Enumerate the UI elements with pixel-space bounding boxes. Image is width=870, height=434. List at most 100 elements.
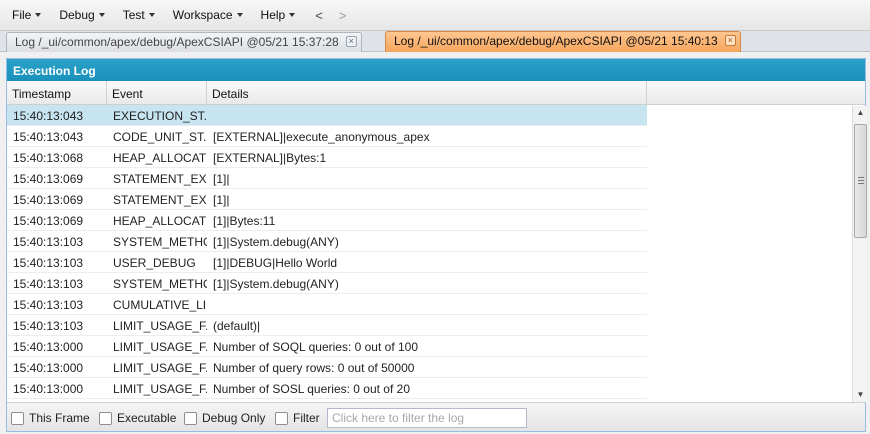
column-header-row: Timestamp Event Details [7,81,865,105]
table-row[interactable]: 15:40:13:043 EXECUTION_ST... [7,105,647,126]
table-row[interactable]: 15:40:13:043 CODE_UNIT_ST... [EXTERNAL]|ex… [7,126,647,147]
table-row[interactable]: 15:40:13:103 USER_DEBUG [1]|DEBUG|Hello Wo… [7,252,647,273]
event-cell: LIMIT_USAGE_F... [113,361,207,375]
timestamp-cell: 15:40:13:043 [13,109,84,123]
tab-log-2[interactable]: Log /_ui/common/apex/debug/ApexCSIAPI @0… [385,31,741,52]
column-header-timestamp[interactable]: Timestamp [7,81,107,104]
tab-log-1[interactable]: Log /_ui/common/apex/debug/ApexCSIAPI @0… [6,32,362,52]
event-cell: EXECUTION_ST... [113,109,207,123]
back-arrow-icon[interactable]: < [307,8,331,23]
debug-only-checkbox[interactable] [184,411,197,425]
event-cell: STATEMENT_EX... [113,193,207,207]
timestamp-cell: 15:40:13:103 [13,256,84,270]
event-cell [107,399,207,401]
details-cell: [EXTERNAL]|execute_anonymous_apex [213,130,430,144]
timestamp-cell: 15:40:13:069 [13,172,84,186]
filter-input[interactable] [327,408,527,428]
timestamp-cell: 15:40:13:103 [13,277,84,291]
menu-test[interactable]: Test [117,4,161,26]
menu-file[interactable]: File [6,4,47,26]
timestamp-cell: 15:40:13:103 [13,319,84,333]
caret-down-icon [289,13,296,17]
menu-help-label: Help [260,8,286,22]
debug-only-option[interactable]: Debug Only [184,411,265,425]
table-row[interactable]: 15:40:13:103 SYSTEM_METHO... [1]|System.de… [7,273,647,294]
details-cell: [EXTERNAL]|Bytes:1 [213,151,327,165]
timestamp-cell: 15:40:13:103 [13,298,84,312]
close-icon[interactable]: × [345,36,357,47]
filter-label: Filter [293,411,320,425]
event-cell: HEAP_ALLOCATE [113,151,207,165]
timestamp-cell: 15:40:13:069 [13,214,84,228]
filter-toolbar: This Frame Executable Debug Only Filter [7,402,865,431]
tab-bar: Log /_ui/common/apex/debug/ApexCSIAPI @0… [0,31,870,52]
close-icon[interactable]: × [724,35,736,46]
menu-bar: File Debug Test Workspace Help < > [0,0,870,31]
filter-checkbox[interactable] [275,411,288,425]
table-row[interactable]: 15:40:13:103 CUMULATIVE_LI... [7,294,647,315]
table-row[interactable]: 15:40:13:103 LIMIT_USAGE_F... (default)| [7,315,647,336]
table-row[interactable]: 15:40:13:068 HEAP_ALLOCATE [EXTERNAL]|Byte… [7,147,647,168]
scrollbar-thumb[interactable] [854,124,867,238]
scroll-down-icon[interactable]: ▼ [853,388,868,402]
table-row[interactable]: 15:40:13:000 LIMIT_USAGE_F... Number of qu… [7,357,647,378]
tab-label: Log /_ui/common/apex/debug/ApexCSIAPI @0… [15,35,339,49]
event-cell: SYSTEM_METHO... [113,277,207,291]
table-row[interactable]: 15:40:13:000 LIMIT_USAGE_F... Number of SO… [7,336,647,357]
details-cell: Number of SOQL queries: 0 out of 100 [213,340,419,354]
details-cell: [1]|System.debug(ANY) [213,235,339,249]
table-row[interactable]: 15:40:13:103 SYSTEM_METHO... [1]|System.de… [7,231,647,252]
timestamp-cell: 15:40:13:043 [13,130,84,144]
caret-down-icon [98,13,105,17]
menu-debug[interactable]: Debug [53,4,110,26]
execution-log-panel: Execution Log Timestamp Event Details 15… [6,58,867,432]
this-frame-option[interactable]: This Frame [11,411,90,425]
panel-title: Execution Log [7,59,865,81]
table-row[interactable]: 15:40:13:000 LIMIT_USAGE_F... Number of SO… [7,378,647,399]
menu-workspace[interactable]: Workspace [167,4,249,26]
vertical-scrollbar[interactable]: ▲ ▼ [852,106,867,402]
this-frame-label: This Frame [29,411,90,425]
event-cell: SYSTEM_METHO... [113,235,207,249]
executable-option[interactable]: Executable [99,411,176,425]
details-cell: Number of SOSL queries: 0 out of 20 [213,382,410,396]
event-cell: STATEMENT_EX... [113,172,207,186]
executable-label: Executable [117,411,177,425]
details-cell [207,105,647,125]
details-cell: [1]| [213,193,230,207]
caret-down-icon [236,13,243,17]
log-rows: 15:40:13:043 EXECUTION_ST... 15:40:13:043 C… [7,105,647,401]
event-cell: CODE_UNIT_ST... [113,130,207,144]
timestamp-cell [7,399,107,401]
details-cell [207,399,647,401]
caret-down-icon [35,13,42,17]
grip-icon [858,177,864,184]
this-frame-checkbox[interactable] [11,411,24,425]
forward-arrow-icon[interactable]: > [331,8,355,23]
details-cell: [1]|Bytes:11 [213,214,276,228]
menu-file-label: File [12,8,32,22]
event-cell: LIMIT_USAGE_F... [113,382,207,396]
timestamp-cell: 15:40:13:000 [13,361,84,375]
table-row[interactable]: 15:40:13:069 STATEMENT_EX... [1]| [7,189,647,210]
table-row[interactable] [7,399,647,401]
filter-option[interactable]: Filter [275,411,320,425]
details-cell: (default)| [213,319,261,333]
caret-down-icon [148,13,155,17]
executable-checkbox[interactable] [99,411,112,425]
table-row[interactable]: 15:40:13:069 HEAP_ALLOCATE [1]|Bytes:11 [7,210,647,231]
event-cell: CUMULATIVE_LI... [113,298,207,312]
details-cell [207,294,647,314]
column-header-event[interactable]: Event [107,81,207,104]
table-row[interactable]: 15:40:13:069 STATEMENT_EX... [1]| [7,168,647,189]
event-cell: USER_DEBUG [113,256,196,270]
scroll-up-icon[interactable]: ▲ [853,106,868,120]
tab-label: Log /_ui/common/apex/debug/ApexCSIAPI @0… [394,34,718,48]
details-cell: [1]| [213,172,230,186]
menu-test-label: Test [122,8,145,22]
column-header-details[interactable]: Details [207,81,647,104]
debug-only-label: Debug Only [202,411,266,425]
menu-help[interactable]: Help [255,4,302,26]
timestamp-cell: 15:40:13:103 [13,235,84,249]
details-cell: [1]|System.debug(ANY) [213,277,339,291]
